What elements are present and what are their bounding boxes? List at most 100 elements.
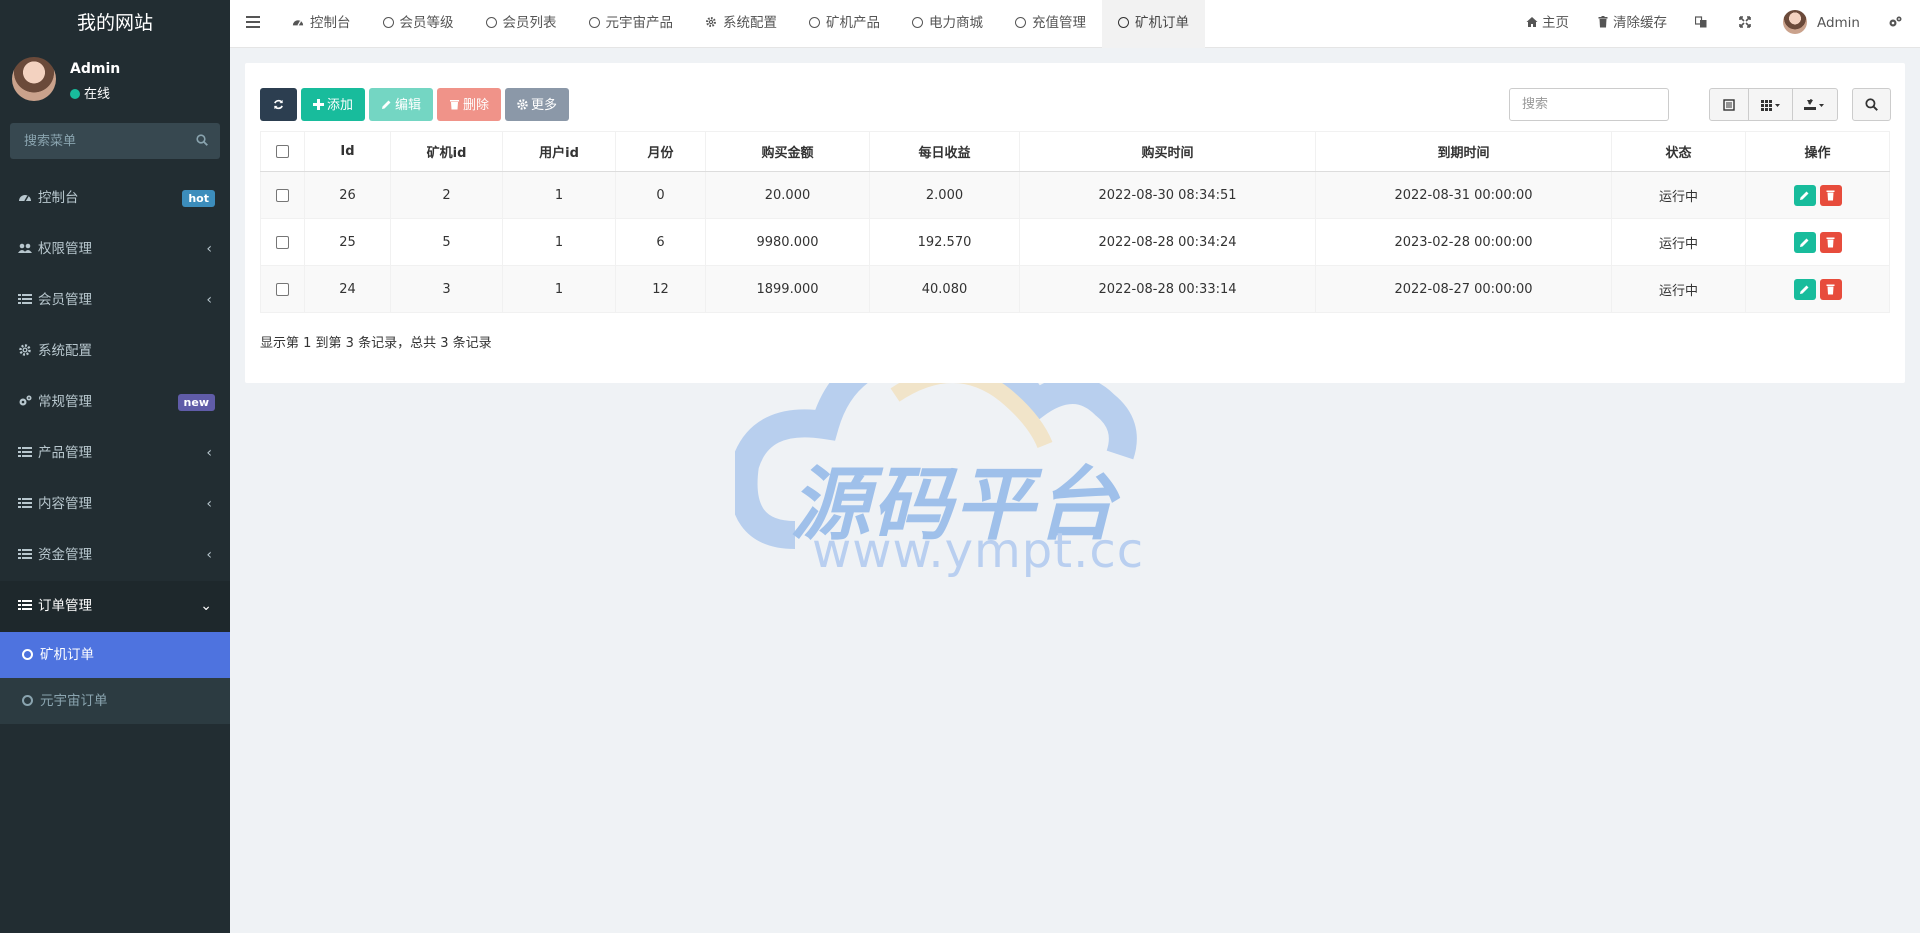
- sidebar-item-content[interactable]: 内容管理 ‹: [0, 479, 230, 530]
- tab-label: 系统配置: [723, 15, 777, 31]
- cell: 2022-08-28 00:34:24: [1019, 218, 1316, 266]
- sidebar-item-products[interactable]: 产品管理 ‹: [0, 428, 230, 479]
- plus-icon: [313, 99, 324, 110]
- row-checkbox[interactable]: [276, 282, 289, 296]
- row-delete-button[interactable]: [1819, 278, 1842, 300]
- new-badge: new: [177, 394, 215, 411]
- select-all-checkbox[interactable]: [276, 145, 289, 158]
- row-select-cell: [260, 171, 305, 219]
- circle-icon: [912, 17, 923, 28]
- cell: 1: [502, 265, 616, 313]
- list-view-icon: [1723, 98, 1735, 111]
- table-row[interactable]: 25 5 1 6 9980.000 192.570 2022-08-28 00:…: [260, 218, 1890, 266]
- column-header[interactable]: 购买金额: [705, 131, 870, 172]
- row-select-cell: [260, 218, 305, 266]
- row-edit-button[interactable]: [1793, 184, 1816, 206]
- refresh-button[interactable]: [260, 88, 297, 121]
- tab-dashboard[interactable]: 控制台: [276, 0, 367, 48]
- sidebar-item-system-config[interactable]: 系统配置: [0, 326, 230, 377]
- user-menu[interactable]: Admin: [1769, 0, 1874, 48]
- table-row[interactable]: 26 2 1 0 20.000 2.000 2022-08-30 08:34:5…: [260, 171, 1890, 219]
- home-label: 主页: [1541, 15, 1569, 31]
- hamburger-icon[interactable]: [246, 16, 260, 28]
- more-button[interactable]: 更多: [505, 88, 570, 121]
- sidebar-search-input[interactable]: [10, 123, 220, 159]
- sidebar-item-label: 控制台: [38, 190, 79, 206]
- circle-icon: [382, 17, 394, 28]
- column-header[interactable]: 状态: [1611, 131, 1746, 172]
- add-label: 添加: [327, 97, 354, 112]
- search-icon: [1865, 98, 1878, 111]
- cell: 24: [304, 265, 391, 313]
- row-actions: [1745, 171, 1890, 219]
- column-header[interactable]: 每日收益: [869, 131, 1020, 172]
- sidebar-item-label: 内容管理: [38, 496, 92, 512]
- sidebar-item-label: 权限管理: [38, 241, 92, 257]
- home-button[interactable]: 主页: [1512, 0, 1583, 48]
- row-edit-button[interactable]: [1793, 278, 1816, 300]
- gears-icon: [19, 395, 32, 406]
- user-status-text: 在线: [84, 87, 111, 102]
- sidebar-subitem-miner-orders[interactable]: 矿机订单: [0, 632, 230, 678]
- table-search-input[interactable]: [1510, 89, 1668, 120]
- pencil-icon: [1799, 238, 1808, 247]
- column-header[interactable]: 购买时间: [1019, 131, 1316, 172]
- delete-button[interactable]: 删除: [437, 88, 502, 121]
- row-checkbox[interactable]: [276, 188, 289, 202]
- column-header[interactable]: 到期时间: [1315, 131, 1612, 172]
- columns-button[interactable]: [1749, 88, 1793, 121]
- sidebar-item-label: 常规管理: [38, 394, 92, 410]
- settings-button[interactable]: [1874, 0, 1920, 48]
- clear-cache-button[interactable]: 清除缓存: [1583, 0, 1681, 48]
- column-header[interactable]: Id: [304, 131, 391, 172]
- fullscreen-button[interactable]: [1725, 0, 1769, 48]
- orders-table: Id 矿机id 用户id 月份 购买金额 每日收益 购买时间 到期时间 状态 操…: [260, 131, 1890, 313]
- gears-icon: [1889, 16, 1902, 27]
- add-button[interactable]: 添加: [301, 88, 366, 121]
- tab-member-list[interactable]: 会员列表: [470, 0, 573, 48]
- top-header: 控制台 会员等级 会员列表 元宇宙产品 系统配置 矿机产品 电力商城 充值管理 …: [230, 0, 1920, 48]
- row-actions: [1745, 218, 1890, 266]
- header-actions: 主页 清除缓存 Admin: [1512, 0, 1920, 48]
- cell: 2022-08-31 00:00:00: [1315, 171, 1612, 219]
- cell: 3: [390, 265, 503, 313]
- chevron-left-icon: ‹: [206, 241, 212, 257]
- sidebar-item-members[interactable]: 会员管理 ‹: [0, 275, 230, 326]
- tab-recharge[interactable]: 充值管理: [999, 0, 1102, 48]
- row-checkbox[interactable]: [276, 235, 289, 249]
- chevron-left-icon: ‹: [206, 496, 212, 512]
- cell: 2022-08-27 00:00:00: [1315, 265, 1612, 313]
- sidebar-item-permissions[interactable]: 权限管理 ‹: [0, 224, 230, 275]
- tab-miner-products[interactable]: 矿机产品: [793, 0, 896, 48]
- column-header[interactable]: 用户id: [502, 131, 616, 172]
- export-button[interactable]: [1793, 88, 1838, 121]
- cell: 192.570: [869, 218, 1020, 266]
- translate-button[interactable]: [1681, 0, 1725, 48]
- sidebar-item-general[interactable]: 常规管理 new: [0, 377, 230, 428]
- row-delete-button[interactable]: [1819, 231, 1842, 253]
- row-delete-button[interactable]: [1819, 184, 1842, 206]
- tab-power-mall[interactable]: 电力商城: [896, 0, 999, 48]
- edit-button[interactable]: 编辑: [369, 88, 434, 121]
- tab-system-config[interactable]: 系统配置: [689, 0, 793, 48]
- brand-title[interactable]: 我的网站: [0, 0, 230, 48]
- tab-member-levels[interactable]: 会员等级: [367, 0, 470, 48]
- tab-miner-orders[interactable]: 矿机订单: [1102, 0, 1205, 48]
- trash-icon: [1826, 190, 1834, 200]
- column-header[interactable]: 月份: [615, 131, 706, 172]
- sidebar-subitem-label: 矿机订单: [40, 647, 94, 663]
- row-edit-button[interactable]: [1793, 231, 1816, 253]
- cell: 26: [304, 171, 391, 219]
- table-search-button[interactable]: [1852, 88, 1891, 121]
- toggle-view-button[interactable]: [1709, 88, 1749, 121]
- column-header[interactable]: 矿机id: [390, 131, 503, 172]
- sidebar-item-dashboard[interactable]: 控制台 hot: [0, 173, 230, 224]
- tab-metaverse-products[interactable]: 元宇宙产品: [573, 0, 690, 48]
- sidebar-item-label: 会员管理: [38, 292, 92, 308]
- sidebar-item-orders[interactable]: 订单管理 ⌄: [0, 581, 230, 632]
- sidebar-item-finance[interactable]: 资金管理 ‹: [0, 530, 230, 581]
- search-icon[interactable]: [196, 134, 208, 146]
- pagination-summary: 显示第 1 到第 3 条记录，总共 3 条记录: [260, 336, 492, 351]
- table-row[interactable]: 24 3 1 12 1899.000 40.080 2022-08-28 00:…: [260, 265, 1890, 313]
- sidebar-subitem-metaverse-orders[interactable]: 元宇宙订单: [0, 678, 230, 724]
